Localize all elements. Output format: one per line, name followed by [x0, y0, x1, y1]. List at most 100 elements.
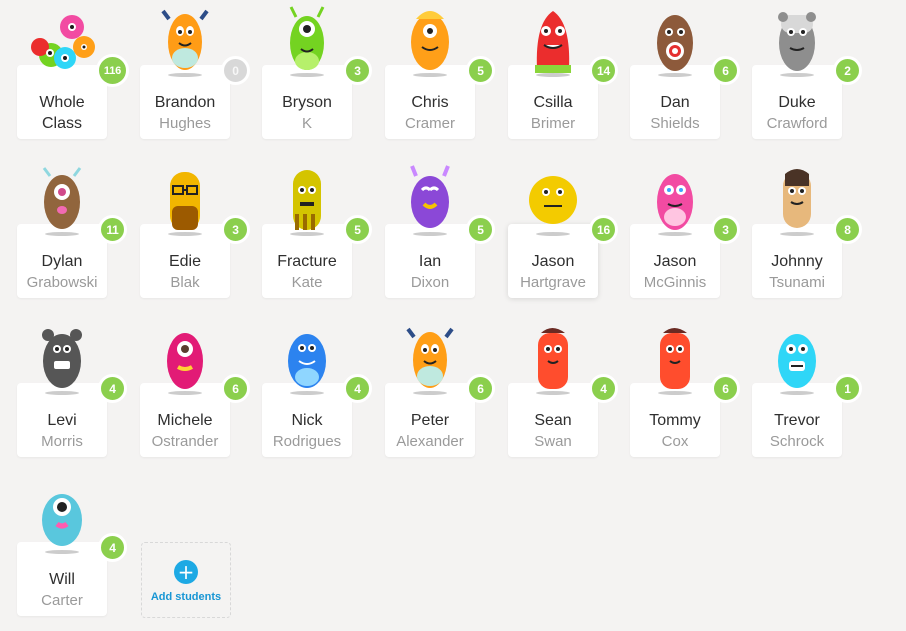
group-monsters-icon: [26, 3, 98, 77]
student-card-johnny[interactable]: Johnny Tsunami 8: [752, 169, 862, 298]
points-badge: 4: [589, 374, 618, 403]
monster-avatar-icon: [639, 321, 711, 395]
class-roster-grid: Whole Class 116 Brandon Hughes 0 Bryson …: [0, 0, 906, 631]
monster-avatar-icon: [271, 162, 343, 236]
points-badge: 5: [466, 215, 495, 244]
student-card-edie[interactable]: Edie Blak 3: [140, 172, 250, 298]
student-card-jason-hartgrave[interactable]: Jason Hartgrave 16: [508, 176, 618, 298]
whole-class-label-line-1: Whole: [39, 94, 85, 111]
student-card-bryson[interactable]: Bryson K 3: [262, 6, 372, 139]
add-students-label: Add students: [150, 591, 222, 603]
student-first-name: Michele: [157, 412, 213, 429]
student-first-name: Edie: [168, 253, 202, 270]
student-first-name: Jason: [531, 253, 575, 270]
monster-avatar-icon: [761, 162, 833, 236]
student-last-name: Rodrigues: [272, 433, 342, 450]
student-card-will[interactable]: Will Carter 4: [17, 494, 127, 616]
monster-avatar-icon: [394, 321, 466, 395]
student-first-name: Dylan: [41, 253, 83, 270]
monster-avatar-icon: [149, 162, 221, 236]
student-card-brandon[interactable]: Brandon Hughes 0: [140, 9, 250, 139]
student-card-jason-mcginnis[interactable]: Jason McGinnis 3: [630, 174, 740, 298]
points-badge: 3: [711, 215, 740, 244]
student-card-peter[interactable]: Peter Alexander 6: [385, 327, 495, 457]
student-first-name: Trevor: [774, 412, 820, 429]
student-last-name: Alexander: [396, 433, 464, 450]
monster-avatar-icon: [271, 3, 343, 77]
student-card-dylan[interactable]: Dylan Grabowski 11: [17, 167, 127, 298]
student-first-name: Duke: [778, 94, 816, 111]
student-card-trevor[interactable]: Trevor Schrock 1: [752, 334, 862, 457]
student-card-duke[interactable]: Duke Crawford 2: [752, 12, 862, 139]
student-card-fracture[interactable]: Fracture Kate 5: [262, 170, 372, 298]
student-first-name: Chris: [411, 94, 449, 111]
points-badge: 4: [98, 533, 127, 562]
points-badge: 0: [221, 56, 250, 85]
student-card-nick[interactable]: Nick Rodrigues 4: [262, 334, 372, 457]
whole-class-points-badge: 116: [96, 54, 129, 87]
monster-avatar-icon: [394, 162, 466, 236]
student-last-name: McGinnis: [643, 274, 707, 291]
monster-avatar-icon: [639, 162, 711, 236]
student-card-sean[interactable]: Sean Swan 4: [508, 328, 618, 457]
points-badge: 2: [833, 56, 862, 85]
student-last-name: Carter: [41, 592, 83, 609]
points-badge: 6: [466, 374, 495, 403]
student-last-name: Tsunami: [769, 274, 825, 291]
student-first-name: Jason: [653, 253, 697, 270]
student-first-name: Dan: [660, 94, 690, 111]
whole-class-label-line-2: Class: [41, 115, 82, 132]
monster-avatar-icon: [517, 162, 589, 236]
add-students-button[interactable]: + Add students: [141, 542, 231, 618]
student-last-name: Brimer: [530, 115, 576, 132]
monster-avatar-icon: [394, 3, 466, 77]
points-badge: 4: [98, 374, 127, 403]
student-last-name: Cramer: [404, 115, 455, 132]
student-first-name: Peter: [410, 412, 450, 429]
student-last-name: Ostrander: [151, 433, 219, 450]
monster-avatar-icon: [149, 321, 221, 395]
student-card-levi[interactable]: Levi Morris 4: [17, 329, 127, 457]
student-last-name: Crawford: [766, 115, 828, 132]
plus-icon: +: [174, 560, 198, 584]
student-card-michele[interactable]: Michele Ostrander 6: [140, 333, 250, 457]
student-last-name: Dixon: [410, 274, 450, 291]
student-last-name: K: [301, 115, 312, 132]
student-card-tommy[interactable]: Tommy Cox 6: [630, 328, 740, 457]
student-first-name: Brandon: [154, 94, 216, 111]
student-last-name: Cox: [661, 433, 689, 450]
student-first-name: Johnny: [771, 253, 823, 270]
points-badge: 8: [833, 215, 862, 244]
student-card-ian[interactable]: Ian Dixon 5: [385, 165, 495, 298]
student-last-name: Swan: [534, 433, 572, 450]
monster-avatar-icon: [517, 321, 589, 395]
points-badge: 16: [589, 215, 618, 244]
monster-avatar-icon: [517, 3, 589, 77]
student-first-name: Fracture: [277, 253, 337, 270]
monster-avatar-icon: [26, 480, 98, 554]
points-badge: 11: [98, 215, 127, 244]
student-first-name: Bryson: [282, 94, 332, 111]
student-first-name: Tommy: [649, 412, 701, 429]
student-first-name: Levi: [47, 412, 77, 429]
points-badge: 3: [221, 215, 250, 244]
student-first-name: Nick: [291, 412, 323, 429]
student-first-name: Will: [49, 571, 75, 588]
student-first-name: Ian: [418, 253, 442, 270]
student-last-name: Shields: [650, 115, 700, 132]
student-last-name: Blak: [170, 274, 200, 291]
student-last-name: Schrock: [769, 433, 825, 450]
monster-avatar-icon: [149, 3, 221, 77]
student-last-name: Hartgrave: [520, 274, 586, 291]
student-card-dan[interactable]: Dan Shields 6: [630, 15, 740, 139]
points-badge: 3: [343, 56, 372, 85]
points-badge: 4: [343, 374, 372, 403]
points-badge: 1: [833, 374, 862, 403]
student-card-csilla[interactable]: Csilla Brimer 14: [508, 11, 618, 139]
monster-avatar-icon: [271, 321, 343, 395]
monster-avatar-icon: [26, 321, 98, 395]
student-card-chris[interactable]: Chris Cramer 5: [385, 11, 495, 139]
monster-avatar-icon: [639, 3, 711, 77]
whole-class-card[interactable]: Whole Class 116: [17, 15, 129, 139]
points-badge: 5: [466, 56, 495, 85]
